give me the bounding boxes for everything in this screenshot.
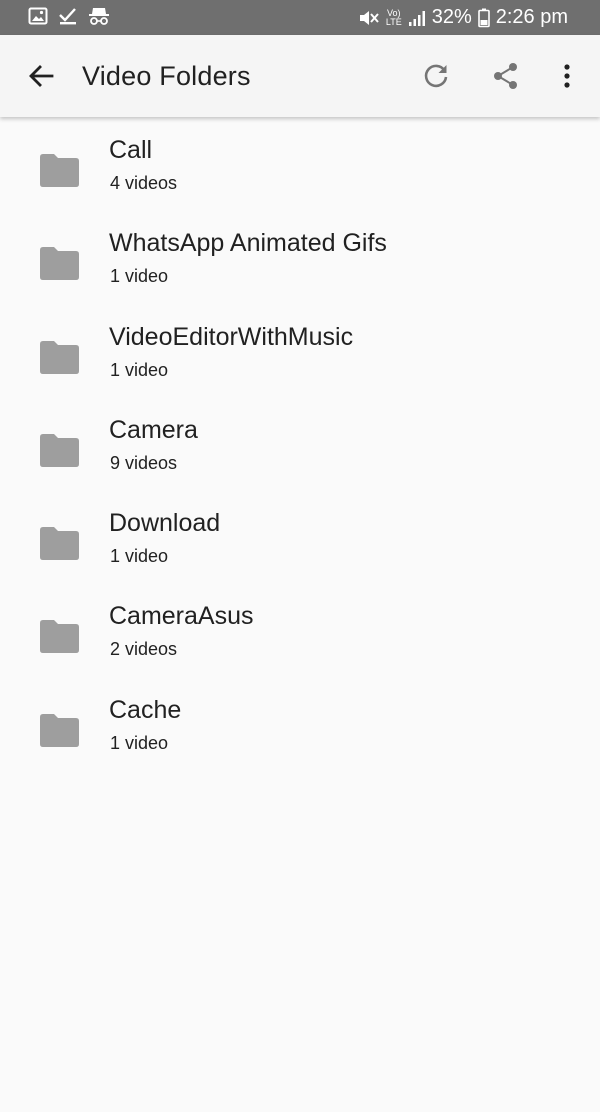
check-icon [58,6,78,26]
share-button[interactable] [484,54,528,98]
folder-name: WhatsApp Animated Gifs [109,229,387,258]
folder-icon [40,433,79,467]
more-options-button[interactable] [545,54,589,98]
back-arrow-icon [29,65,54,87]
image-icon [28,6,48,26]
folder-item-download[interactable]: Download 1 video [0,490,600,583]
folder-icon [40,527,79,561]
incognito-icon [88,6,110,26]
folder-item-videoeditorwithmusic[interactable]: VideoEditorWithMusic 1 video [0,304,600,397]
status-bar: Vo) LTE 32% 2:26 pm [0,0,600,35]
folder-video-count: 2 videos [110,639,178,660]
folder-name: Download [109,509,221,538]
volte-label-bottom: LTE [385,16,402,27]
more-vert-icon [564,64,570,88]
folder-list: Call 4 videos WhatsApp Animated Gifs 1 v… [0,117,600,770]
battery-icon [477,8,490,28]
folder-name: VideoEditorWithMusic [109,322,354,351]
clock: 2:26 pm [495,6,568,28]
folder-name: Call [109,136,153,164]
refresh-icon [424,64,448,88]
volte-icon: Vo) LTE [385,8,402,27]
folder-icon [40,340,79,374]
folder-name: Cache [109,695,182,724]
folder-video-count: 1 video [110,732,169,753]
system-status: Vo) LTE 32% 2:26 pm [358,0,568,35]
folder-item-camera[interactable]: Camera 9 videos [0,397,600,490]
folder-name: CameraAsus [109,602,254,631]
app-toolbar: Video Folders [0,35,600,117]
folder-item-cameraasus[interactable]: CameraAsus 2 videos [0,583,600,676]
folder-video-count: 9 videos [110,452,178,473]
signal-icon [408,9,426,27]
folder-icon [40,154,79,187]
page-title: Video Folders [82,61,251,91]
folder-video-count: 1 video [110,266,169,287]
folder-icon [40,620,79,654]
notification-icons [28,6,110,26]
folder-icon [40,247,79,281]
share-icon [494,63,517,89]
folder-icon [40,713,79,747]
battery-percent: 32% [431,6,472,28]
folder-name: Camera [109,415,198,444]
folder-video-count: 1 video [110,359,169,380]
folder-item-call[interactable]: Call 4 videos [0,117,600,210]
refresh-button[interactable] [414,54,458,98]
mute-icon [358,8,380,28]
folder-video-count: 1 video [110,546,169,567]
back-button[interactable] [19,54,63,98]
folder-video-count: 4 videos [110,173,178,193]
folder-item-cache[interactable]: Cache 1 video [0,677,600,770]
folder-item-whatsapp-animated-gifs[interactable]: WhatsApp Animated Gifs 1 video [0,210,600,303]
